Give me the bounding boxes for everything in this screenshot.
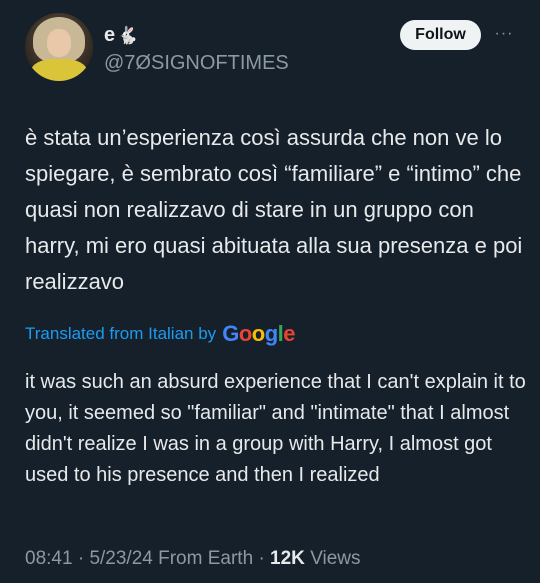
- user-handle[interactable]: @7ØSIGNOFTIMES: [104, 52, 289, 75]
- tweet-text: è stata un’esperienza così assurda che n…: [25, 125, 523, 294]
- follow-button[interactable]: Follow: [400, 20, 481, 50]
- translation-text: it was such an absurd experience that I …: [25, 371, 526, 486]
- more-options-icon[interactable]: ···: [492, 24, 516, 44]
- tweet-date[interactable]: 5/23/24: [89, 548, 152, 569]
- translation-attribution[interactable]: Translated from Italian by Google: [25, 320, 296, 348]
- tweet-source: From Earth: [158, 548, 254, 569]
- avatar-shirt: [31, 59, 87, 81]
- display-name-text: e: [104, 24, 116, 46]
- rabbit-icon: 🐇: [117, 26, 139, 45]
- tweet-header: e 🐇 @7ØSIGNOFTIMES Follow ···: [0, 0, 540, 100]
- separator: ·: [77, 548, 85, 569]
- avatar[interactable]: [25, 13, 93, 81]
- views-count[interactable]: 12K: [270, 548, 305, 569]
- google-logo: Google: [222, 321, 296, 346]
- avatar-face: [47, 29, 71, 57]
- separator: ·: [258, 548, 265, 569]
- views-label: Views: [310, 548, 361, 569]
- tweet-time[interactable]: 08:41: [25, 548, 73, 569]
- display-name[interactable]: e 🐇: [104, 24, 138, 47]
- translated-label: Translated from Italian by: [25, 324, 217, 343]
- tweet-metadata: 08:41 · 5/23/24 From Earth · 12K Views: [25, 548, 361, 570]
